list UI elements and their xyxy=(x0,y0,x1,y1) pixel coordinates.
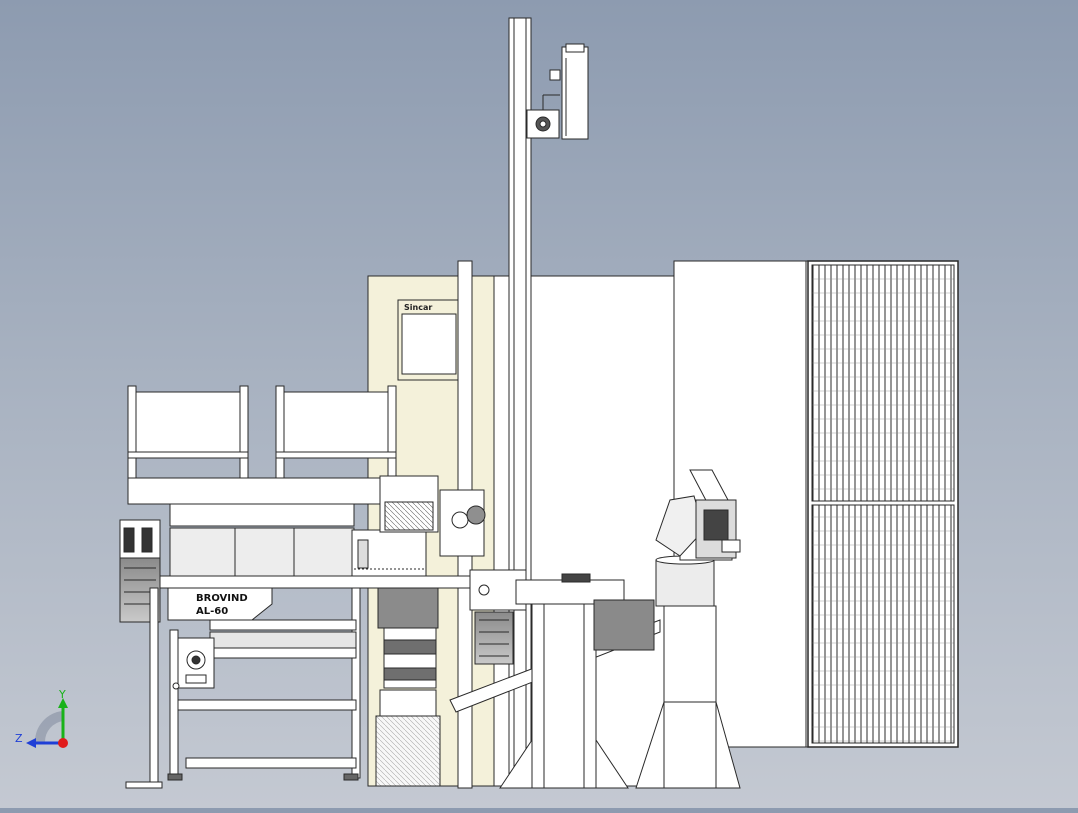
brand-name-label: BROVIND xyxy=(196,593,248,604)
chute-column xyxy=(375,587,441,787)
cad-viewport[interactable]: Sincar BROVIND AL-60 Y Z xyxy=(0,0,1078,808)
x-axis-dot xyxy=(58,738,68,748)
motor-center xyxy=(474,611,514,665)
y-axis-label: Y xyxy=(58,688,66,701)
z-axis-label: Z xyxy=(15,732,23,745)
machine-plate-label: Sincar xyxy=(404,303,432,312)
hopper-frames xyxy=(127,385,397,479)
brand-plate: BROVIND AL-60 xyxy=(167,587,273,621)
model-label: AL-60 xyxy=(196,606,228,617)
machine-assembly-drawing: Sincar BROVIND AL-60 Y Z xyxy=(15,17,959,789)
safety-fence xyxy=(807,260,959,748)
coordinate-triad: Y Z xyxy=(15,688,68,748)
